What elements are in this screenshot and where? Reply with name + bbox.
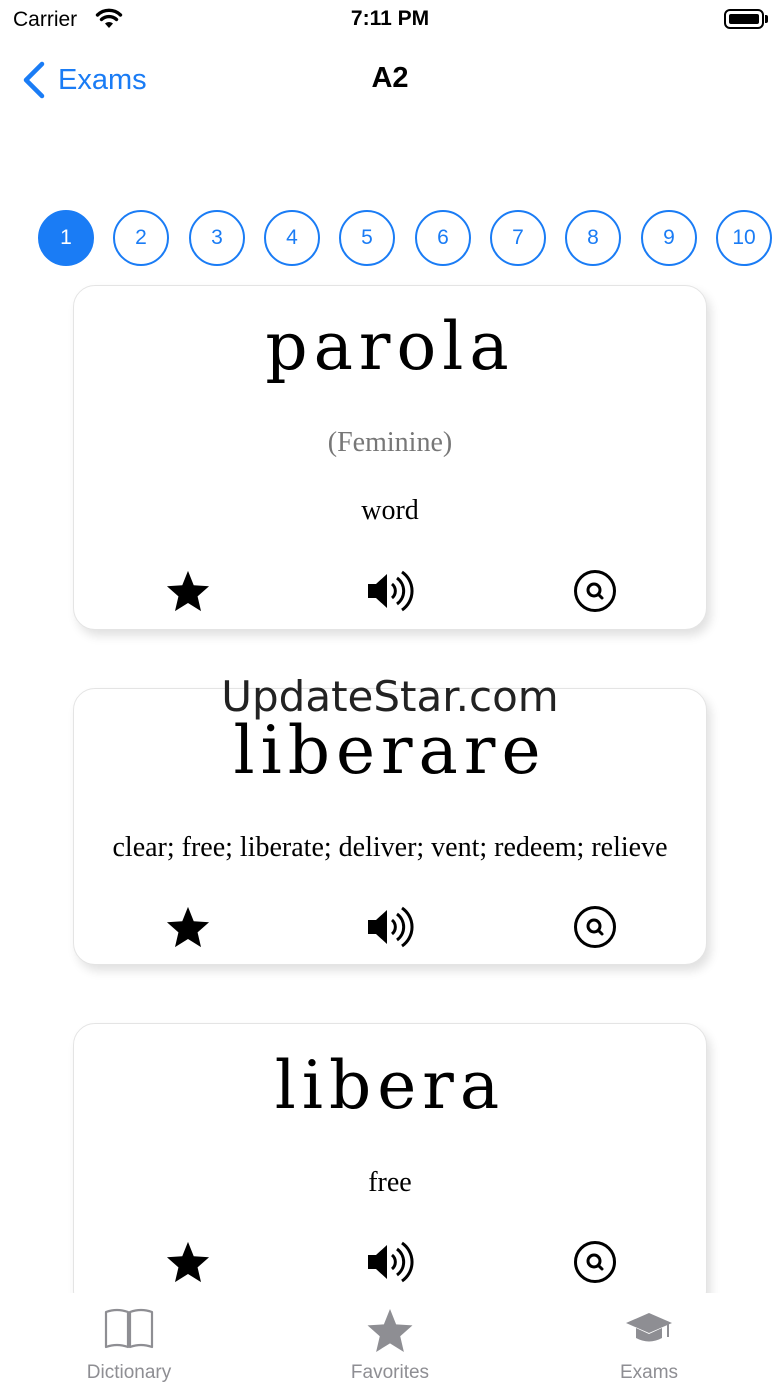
word-card[interactable]: liberare clear; free; liberate; deliver;… <box>73 688 707 965</box>
tab-label: Dictionary <box>86 1362 172 1383</box>
battery-icon <box>724 9 768 29</box>
card-word: libera <box>274 1047 506 1124</box>
lookup-search-icon[interactable] <box>570 902 620 952</box>
star-icon <box>290 1307 490 1354</box>
card-word: liberare <box>233 712 547 789</box>
page-button-10[interactable]: 10 <box>716 210 772 266</box>
word-card[interactable]: parola (Feminine) word <box>73 285 707 630</box>
page-button-7[interactable]: 7 <box>490 210 546 266</box>
page-button-5[interactable]: 5 <box>339 210 395 266</box>
page-button-3[interactable]: 3 <box>189 210 245 266</box>
page-button-8[interactable]: 8 <box>565 210 621 266</box>
card-actions <box>74 1237 706 1287</box>
tab-label: Favorites <box>350 1362 430 1383</box>
page-button-4[interactable]: 4 <box>264 210 320 266</box>
status-time: 7:11 PM <box>350 7 430 30</box>
favorite-star-icon[interactable] <box>163 566 213 616</box>
tab-favorites[interactable]: Favorites <box>290 1293 490 1387</box>
tab-bar: Dictionary Favorites Exams <box>0 1293 780 1387</box>
favorite-star-icon[interactable] <box>163 902 213 952</box>
card-meaning: word <box>361 495 419 526</box>
graduation-cap-icon <box>549 1307 749 1347</box>
card-gender: (Feminine) <box>327 427 453 458</box>
card-actions <box>74 902 706 952</box>
speaker-icon[interactable] <box>365 902 415 952</box>
card-meaning: clear; free; liberate; deliver; vent; re… <box>112 832 668 863</box>
word-card[interactable]: libera free <box>73 1023 707 1313</box>
card-actions <box>74 566 706 616</box>
tab-exams[interactable]: Exams <box>549 1293 749 1387</box>
page-button-9[interactable]: 9 <box>641 210 697 266</box>
card-word: parola <box>265 308 515 385</box>
favorite-star-icon[interactable] <box>163 1237 213 1287</box>
book-icon <box>29 1307 229 1351</box>
page-button-1[interactable]: 1 <box>38 210 94 266</box>
lookup-search-icon[interactable] <box>570 566 620 616</box>
page-button-2[interactable]: 2 <box>113 210 169 266</box>
navigation-bar: Exams A2 <box>0 40 780 120</box>
page-selector: 1 2 3 4 5 6 7 8 9 10 <box>38 210 780 266</box>
card-meaning: free <box>368 1167 412 1198</box>
page-title: A2 <box>371 62 409 94</box>
tab-label: Exams <box>619 1362 679 1383</box>
speaker-icon[interactable] <box>365 566 415 616</box>
tab-dictionary[interactable]: Dictionary <box>29 1293 229 1387</box>
status-bar: Carrier 7:11 PM <box>0 0 780 40</box>
lookup-search-icon[interactable] <box>570 1237 620 1287</box>
speaker-icon[interactable] <box>365 1237 415 1287</box>
page-button-6[interactable]: 6 <box>415 210 471 266</box>
